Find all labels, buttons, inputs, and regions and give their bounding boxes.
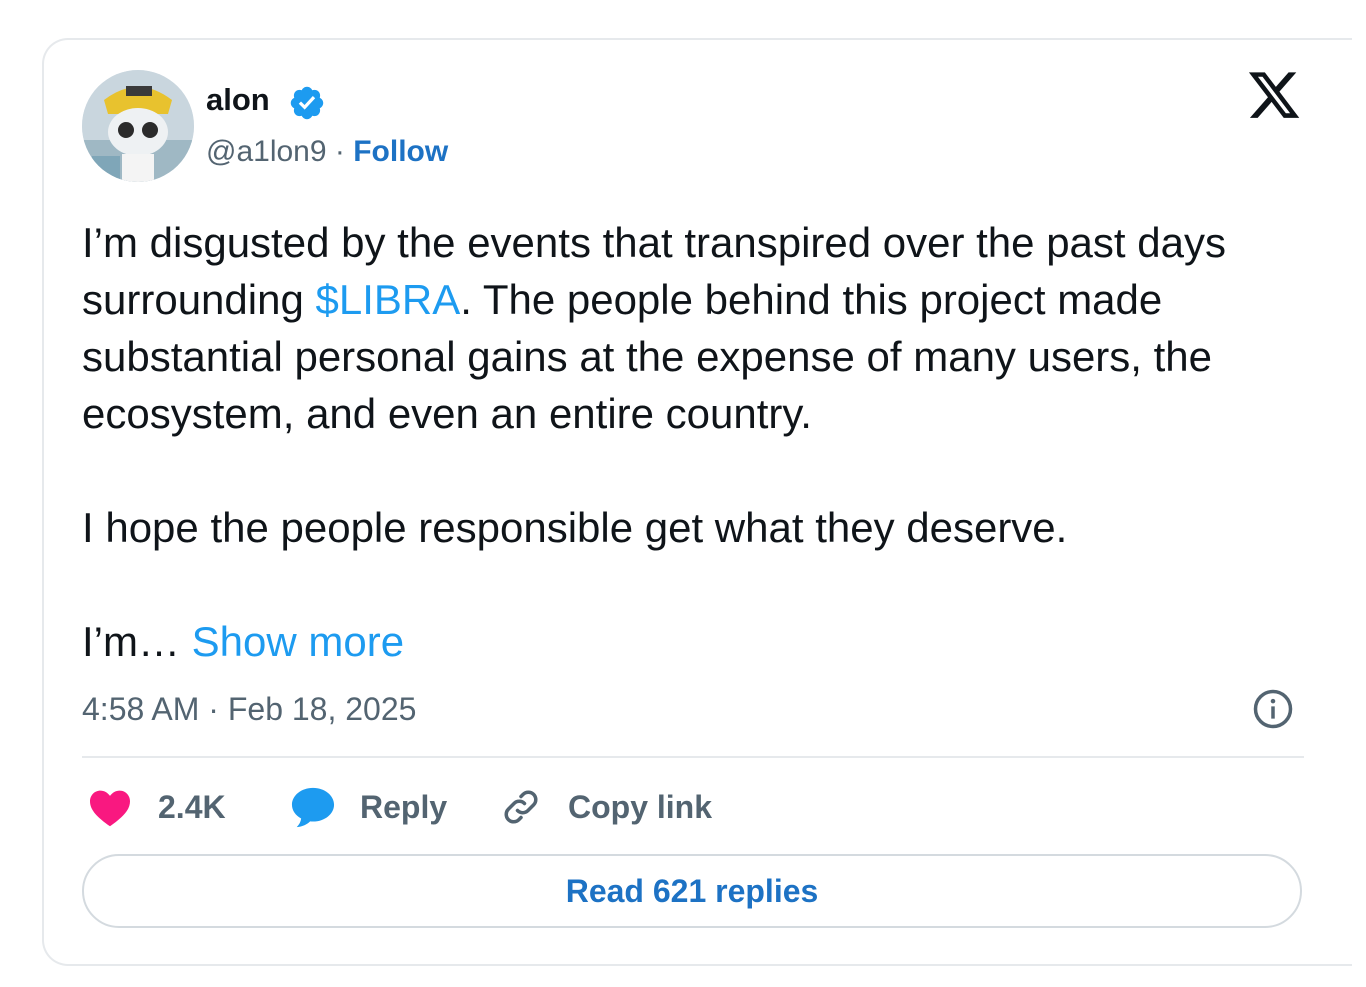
heart-icon: [90, 790, 130, 827]
cashtag-link[interactable]: $LIBRA: [315, 276, 460, 323]
read-replies-button[interactable]: Read 621 replies: [82, 854, 1302, 928]
like-button[interactable]: 2.4K: [88, 782, 226, 832]
speech-bubble-icon: [291, 787, 335, 828]
tweet-body: I’m disgusted by the events that transpi…: [82, 214, 1282, 670]
display-name[interactable]: alon: [206, 80, 270, 120]
info-icon[interactable]: [1252, 688, 1294, 730]
separator-dot: ·: [334, 135, 345, 168]
avatar-image: [82, 70, 194, 182]
tweet-paragraph-2: I hope the people responsible get what t…: [82, 504, 1068, 551]
verified-badge-icon: [290, 86, 324, 120]
reply-button[interactable]: Reply: [290, 782, 447, 832]
like-count: 2.4K: [158, 788, 226, 825]
follow-button[interactable]: Follow: [353, 135, 448, 168]
link-icon: [504, 790, 538, 824]
user-handle[interactable]: @a1lon9: [206, 135, 327, 168]
copy-link-button[interactable]: Copy link: [500, 782, 712, 832]
read-replies-label: Read 621 replies: [565, 872, 819, 909]
truncated-text: I’m…: [82, 618, 192, 665]
show-more-link[interactable]: Show more: [192, 618, 404, 665]
tweet-paragraph-3: I’m… Show more: [82, 613, 1282, 670]
handle-row: @a1lon9 · Follow: [206, 132, 448, 172]
divider: [82, 756, 1304, 758]
tweet-paragraph-1: I’m disgusted by the events that transpi…: [82, 214, 1282, 442]
avatar[interactable]: [82, 70, 194, 182]
x-logo-icon[interactable]: [1246, 72, 1302, 124]
timestamp[interactable]: 4:58 AM · Feb 18, 2025: [82, 688, 416, 730]
copy-link-label: Copy link: [568, 788, 713, 825]
reply-label: Reply: [360, 788, 448, 825]
